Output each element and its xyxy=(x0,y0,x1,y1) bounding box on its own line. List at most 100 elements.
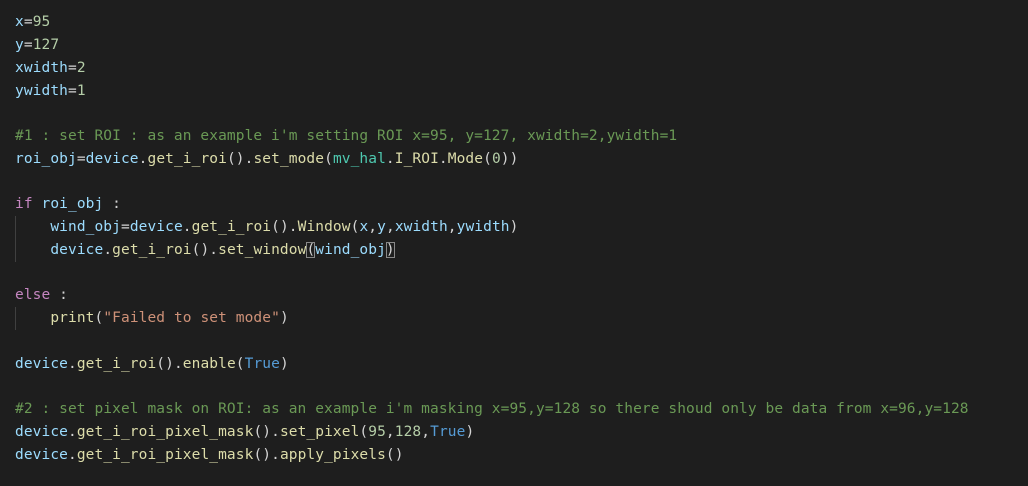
code-token: . xyxy=(182,219,192,235)
code-token: ( xyxy=(94,310,104,326)
code-line[interactable]: x=95 xyxy=(15,11,50,33)
code-token: set_window xyxy=(218,242,307,258)
code-token: set_pixel xyxy=(279,424,360,440)
code-token: ) xyxy=(465,424,475,440)
matched-bracket: ) xyxy=(385,242,395,258)
code-token: = xyxy=(76,151,86,167)
code-token: "Failed to set mode" xyxy=(103,310,280,326)
code-token: x xyxy=(15,14,24,30)
code-token: xwidth xyxy=(394,219,448,235)
code-token: (). xyxy=(191,242,219,258)
code-token: : xyxy=(103,196,121,212)
code-token: (). xyxy=(156,356,183,372)
code-token: True xyxy=(244,356,280,372)
code-token: wind_obj xyxy=(50,219,121,235)
code-token: ywidth xyxy=(456,219,510,235)
code-token: 127 xyxy=(32,37,60,53)
comment-line[interactable]: #1 : set ROI : as an example i'm setting… xyxy=(15,125,677,147)
code-token: ) xyxy=(509,219,519,235)
code-token: device xyxy=(15,424,68,440)
code-token: . xyxy=(67,447,77,463)
code-token: ( xyxy=(359,424,369,440)
code-token: , xyxy=(385,424,395,440)
code-token: (). xyxy=(253,447,280,463)
code-token: device xyxy=(15,447,68,463)
code-token: xwidth xyxy=(15,60,68,76)
code-line[interactable]: device.get_i_roi_pixel_mask().apply_pixe… xyxy=(15,444,404,466)
code-line[interactable]: wind_obj=device.get_i_roi().Window(x,y,x… xyxy=(15,216,518,238)
code-token: #1 : set ROI : as an example i'm setting… xyxy=(15,128,678,144)
code-token: #2 : set pixel mask on ROI: as an exampl… xyxy=(15,401,969,417)
code-token: ywidth xyxy=(15,83,68,99)
code-token: 1 xyxy=(76,83,86,99)
code-token: = xyxy=(23,37,33,53)
code-token: get_i_roi xyxy=(76,356,157,372)
code-token: apply_pixels xyxy=(279,447,386,463)
code-token: 95 xyxy=(32,14,51,30)
code-token: (). xyxy=(226,151,254,167)
code-token: (). xyxy=(253,424,280,440)
code-token: print xyxy=(50,310,95,326)
code-token: get_i_roi xyxy=(147,151,227,167)
code-line[interactable]: if roi_obj : xyxy=(15,193,121,215)
code-line[interactable]: device.get_i_roi().enable(True) xyxy=(15,353,289,375)
code-token: Window xyxy=(297,219,351,235)
code-token: ( xyxy=(324,151,333,167)
code-token: x xyxy=(359,219,369,235)
code-token: get_i_roi_pixel_mask xyxy=(76,447,254,463)
code-token: = xyxy=(67,83,77,99)
comment-line[interactable]: #2 : set pixel mask on ROI: as an exampl… xyxy=(15,398,969,420)
code-token: (). xyxy=(271,219,298,235)
matched-bracket: ( xyxy=(306,242,316,258)
code-token: . xyxy=(67,356,77,372)
code-token: , xyxy=(447,219,457,235)
code-token: Mode xyxy=(447,151,484,167)
code-token: if xyxy=(15,196,33,212)
code-line[interactable]: else : xyxy=(15,284,68,306)
code-token: 2 xyxy=(76,60,86,76)
code-token: roi_obj xyxy=(15,151,77,167)
code-token: ) xyxy=(279,310,289,326)
code-token: wind_obj xyxy=(315,242,386,258)
code-token: ( xyxy=(483,151,492,167)
code-token: 95 xyxy=(368,424,386,440)
code-token: : xyxy=(50,287,68,303)
code-token: = xyxy=(23,14,33,30)
code-token: get_i_roi xyxy=(191,219,272,235)
code-editor[interactable]: x=95 y=127 xwidth=2 ywidth=1 #1 : set RO… xyxy=(0,0,1028,486)
code-line[interactable]: roi_obj=device.get_i_roi().set_mode(mv_h… xyxy=(15,148,518,170)
code-token: , xyxy=(421,424,431,440)
code-token: y xyxy=(15,37,24,53)
code-line[interactable]: ywidth=1 xyxy=(15,80,86,102)
code-token: . xyxy=(67,424,77,440)
code-token: ( xyxy=(235,356,245,372)
code-token: , xyxy=(368,219,378,235)
code-token: . xyxy=(438,151,448,167)
code-token: True xyxy=(430,424,466,440)
code-token: )) xyxy=(500,151,519,167)
code-token: mv_hal xyxy=(332,151,386,167)
code-token: () xyxy=(385,447,404,463)
code-token: roi_obj xyxy=(41,196,104,212)
code-token: get_i_roi_pixel_mask xyxy=(76,424,254,440)
code-line[interactable]: xwidth=2 xyxy=(15,57,86,79)
code-token: I_ROI xyxy=(394,151,439,167)
code-token: device xyxy=(129,219,183,235)
code-token: , xyxy=(385,219,395,235)
code-token: = xyxy=(67,60,77,76)
code-token: = xyxy=(120,219,130,235)
code-token: ) xyxy=(279,356,289,372)
code-line[interactable]: device.get_i_roi().set_window(wind_obj) xyxy=(15,239,395,261)
code-token: y xyxy=(377,219,386,235)
code-token: 128 xyxy=(394,424,422,440)
code-token: set_mode xyxy=(253,151,325,167)
code-token: device xyxy=(50,242,104,258)
code-line[interactable]: print("Failed to set mode") xyxy=(15,307,289,329)
code-line[interactable]: device.get_i_roi_pixel_mask().set_pixel(… xyxy=(15,421,474,443)
code-line[interactable]: y=127 xyxy=(15,34,59,56)
code-token: device xyxy=(15,356,68,372)
